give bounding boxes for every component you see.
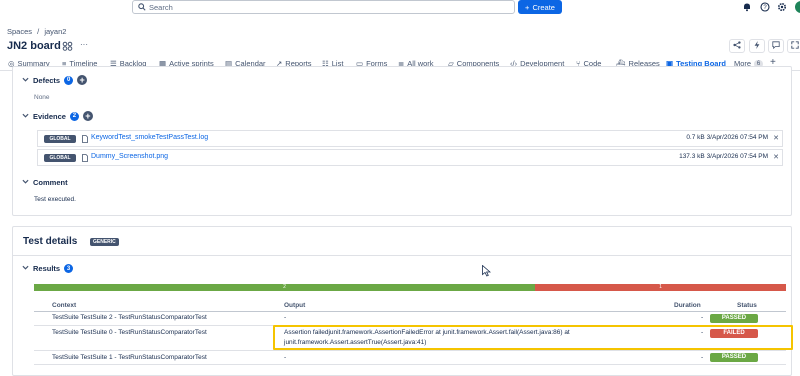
comment-text: Test executed. (34, 196, 76, 203)
row-divider (34, 350, 786, 351)
row-context: TestSuite TestSuite 0 - TestRunStatusCom… (52, 329, 207, 336)
help-icon[interactable]: ? (760, 2, 770, 12)
row-duration: - (701, 354, 704, 361)
expand-icon (791, 41, 799, 51)
delete-file-icon[interactable]: ✕ (773, 134, 779, 142)
row-context: TestSuite TestSuite 1 - TestRunStatusCom… (52, 354, 207, 361)
row-duration: - (701, 314, 704, 321)
breadcrumb-project[interactable]: jayan2 (44, 27, 66, 36)
row-output: - (284, 354, 287, 361)
scope-badge: GLOBAL (44, 135, 76, 143)
more-actions-button[interactable]: ··· (80, 40, 88, 49)
search-input[interactable]: Search (132, 0, 515, 14)
avatar[interactable] (795, 1, 800, 13)
defects-count-badge: 0 (64, 75, 74, 85)
breadcrumb-spaces[interactable]: Spaces (7, 27, 32, 36)
defects-section-header[interactable]: Defects 0 + (22, 75, 88, 85)
results-label: Results (33, 264, 61, 273)
team-icon[interactable] (62, 41, 73, 53)
highlight-annotation-box (273, 325, 793, 350)
add-evidence-button[interactable]: + (82, 111, 93, 121)
delete-file-icon[interactable]: ✕ (773, 153, 779, 161)
top-navigation-bar: Search + Create ? (0, 0, 800, 15)
evidence-count-badge: 2 (69, 111, 79, 121)
evidence-file-row[interactable]: GLOBAL Dummy_Screenshot.png 137.3 kB 3/A… (37, 149, 783, 166)
chevron-down-icon (22, 178, 29, 187)
file-size: 137.3 kB (679, 153, 705, 160)
share-icon (733, 41, 741, 51)
row-divider (34, 364, 786, 365)
feedback-icon (772, 41, 780, 51)
breadcrumb-separator: / (37, 27, 40, 36)
search-placeholder: Search (149, 3, 173, 12)
column-header-context: Context (52, 302, 77, 309)
cursor-icon (482, 264, 492, 279)
defects-label: Defects (33, 75, 61, 85)
file-date: 3/Apr/2026 07:54 PM (706, 134, 768, 141)
failed-progress-bar: 1 (535, 284, 786, 291)
evidence-file-link[interactable]: KeywordTest_smokeTestPassTest.log (91, 134, 208, 141)
search-icon (138, 3, 146, 13)
status-badge: PASSED (710, 314, 758, 323)
bell-icon[interactable] (742, 2, 752, 12)
evidence-file-meta: 137.3 kB 3/Apr/2026 07:54 PM (679, 153, 768, 160)
create-label: Create (532, 2, 555, 12)
automation-button[interactable] (749, 39, 765, 53)
row-context: TestSuite TestSuite 2 - TestRunStatusCom… (52, 314, 207, 321)
column-header-output: Output (284, 302, 306, 309)
results-count-badge: 3 (64, 264, 74, 273)
file-size: 0.7 kB (686, 134, 705, 141)
comment-label: Comment (33, 178, 68, 187)
results-section-header[interactable]: Results 3 (22, 264, 74, 273)
evidence-section-header[interactable]: Evidence 2 + (22, 111, 93, 121)
lightning-icon (753, 41, 761, 51)
plus-icon: + (525, 2, 530, 12)
column-header-status: Status (737, 302, 757, 309)
breadcrumb: Spaces / jayan2 (7, 27, 66, 36)
defects-empty-text: None (34, 94, 50, 101)
gear-icon[interactable] (777, 2, 787, 12)
test-type-badge: GENERIC (90, 238, 119, 246)
evidence-label: Evidence (33, 111, 66, 121)
chevron-down-icon (22, 76, 29, 85)
test-details-title: Test details (23, 236, 78, 247)
fullscreen-button[interactable] (787, 39, 800, 53)
create-button[interactable]: + Create (518, 0, 562, 14)
feedback-button[interactable] (768, 39, 784, 53)
share-button[interactable] (729, 39, 745, 53)
chevron-down-icon (22, 112, 29, 121)
scope-badge: GLOBAL (44, 154, 76, 162)
comment-section-header[interactable]: Comment (22, 178, 68, 187)
file-icon (82, 154, 88, 164)
status-badge: PASSED (710, 353, 758, 362)
divider (13, 255, 791, 256)
chevron-down-icon (22, 264, 29, 273)
passed-progress-bar: 2 (34, 284, 535, 291)
page-title: JN2 board (7, 40, 61, 52)
add-defect-button[interactable]: + (77, 75, 88, 85)
evidence-file-link[interactable]: Dummy_Screenshot.png (91, 153, 168, 160)
row-output: - (284, 314, 287, 321)
file-icon (82, 135, 88, 145)
table-header-divider (34, 311, 786, 312)
evidence-file-meta: 0.7 kB 3/Apr/2026 07:54 PM (686, 134, 768, 141)
evidence-file-row[interactable]: GLOBAL KeywordTest_smokeTestPassTest.log… (37, 130, 783, 147)
column-header-duration: Duration (674, 302, 701, 309)
file-date: 3/Apr/2026 07:54 PM (706, 153, 768, 160)
